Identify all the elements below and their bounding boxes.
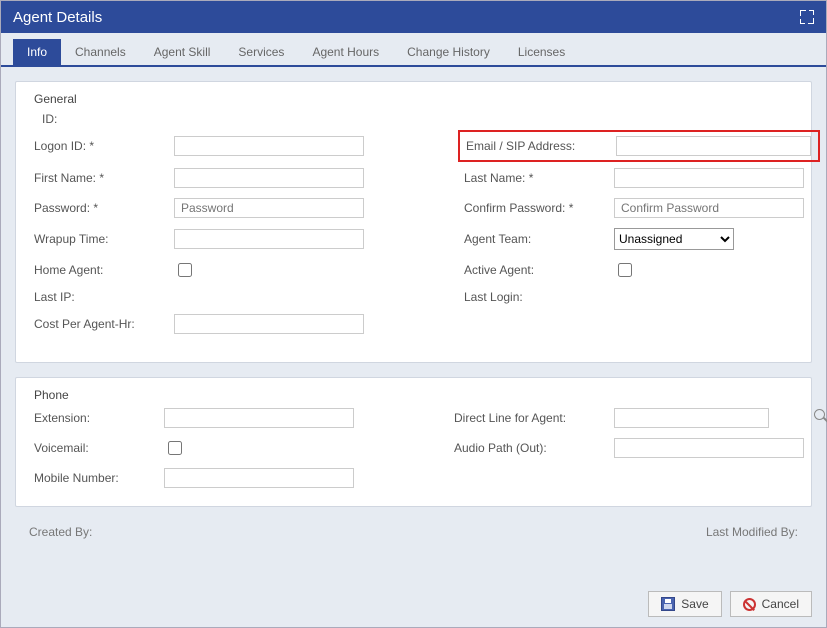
- mobile-input[interactable]: [164, 468, 354, 488]
- button-bar: Save Cancel: [648, 591, 812, 617]
- save-button[interactable]: Save: [648, 591, 721, 617]
- audiopath-input[interactable]: [614, 438, 804, 458]
- firstname-label: First Name: *: [34, 171, 174, 185]
- save-button-label: Save: [681, 597, 708, 611]
- save-icon: [661, 597, 675, 611]
- modified-by-label: Last Modified By:: [706, 525, 798, 539]
- password-input[interactable]: [174, 198, 364, 218]
- titlebar: Agent Details: [1, 1, 826, 33]
- logon-id-label: Logon ID: *: [34, 139, 174, 153]
- tab-info[interactable]: Info: [13, 39, 61, 65]
- tab-channels[interactable]: Channels: [61, 39, 140, 65]
- lastname-input[interactable]: [614, 168, 804, 188]
- directline-input[interactable]: [614, 408, 769, 428]
- wrapup-label: Wrapup Time:: [34, 232, 174, 246]
- email-input[interactable]: [616, 136, 811, 156]
- home-agent-checkbox[interactable]: [178, 263, 192, 277]
- agent-team-label: Agent Team:: [464, 232, 614, 246]
- phone-title: Phone: [34, 388, 793, 402]
- lastname-label: Last Name: *: [464, 171, 614, 185]
- tab-agent-hours[interactable]: Agent Hours: [298, 39, 393, 65]
- general-title: General: [34, 92, 793, 106]
- cost-label: Cost Per Agent-Hr:: [34, 317, 174, 331]
- footer-meta: Created By: Last Modified By:: [15, 521, 812, 539]
- id-label: ID:: [42, 112, 793, 126]
- created-by-label: Created By:: [29, 525, 92, 539]
- cancel-icon: [743, 598, 756, 611]
- window-title: Agent Details: [13, 9, 102, 26]
- expand-icon[interactable]: [800, 10, 814, 24]
- agent-team-select[interactable]: Unassigned: [614, 228, 734, 250]
- cost-input[interactable]: [174, 314, 364, 334]
- mobile-label: Mobile Number:: [34, 471, 164, 485]
- tab-bar: Info Channels Agent Skill Services Agent…: [1, 33, 826, 67]
- tab-services[interactable]: Services: [224, 39, 298, 65]
- active-agent-checkbox[interactable]: [618, 263, 632, 277]
- cancel-button-label: Cancel: [762, 597, 799, 611]
- email-label: Email / SIP Address:: [466, 139, 616, 153]
- wrapup-input[interactable]: [174, 229, 364, 249]
- firstname-input[interactable]: [174, 168, 364, 188]
- tab-licenses[interactable]: Licenses: [504, 39, 579, 65]
- active-agent-label: Active Agent:: [464, 263, 614, 277]
- audiopath-label: Audio Path (Out):: [454, 441, 614, 455]
- home-agent-label: Home Agent:: [34, 263, 174, 277]
- cancel-button[interactable]: Cancel: [730, 591, 812, 617]
- password-label: Password: *: [34, 201, 174, 215]
- general-panel: General ID: Logon ID: * Email / SIP Addr…: [15, 81, 812, 363]
- voicemail-label: Voicemail:: [34, 441, 164, 455]
- extension-input[interactable]: [164, 408, 354, 428]
- phone-panel: Phone Extension: Direct Line for Agent: …: [15, 377, 812, 507]
- logon-id-input[interactable]: [174, 136, 364, 156]
- tab-agent-skill[interactable]: Agent Skill: [140, 39, 225, 65]
- search-icon[interactable]: [814, 409, 827, 425]
- last-login-label: Last Login:: [464, 290, 614, 304]
- voicemail-checkbox[interactable]: [168, 441, 182, 455]
- directline-label: Direct Line for Agent:: [454, 411, 614, 425]
- confirm-password-input[interactable]: [614, 198, 804, 218]
- tab-change-history[interactable]: Change History: [393, 39, 504, 65]
- last-ip-label: Last IP:: [34, 290, 174, 304]
- confirm-password-label: Confirm Password: *: [464, 201, 614, 215]
- extension-label: Extension:: [34, 411, 164, 425]
